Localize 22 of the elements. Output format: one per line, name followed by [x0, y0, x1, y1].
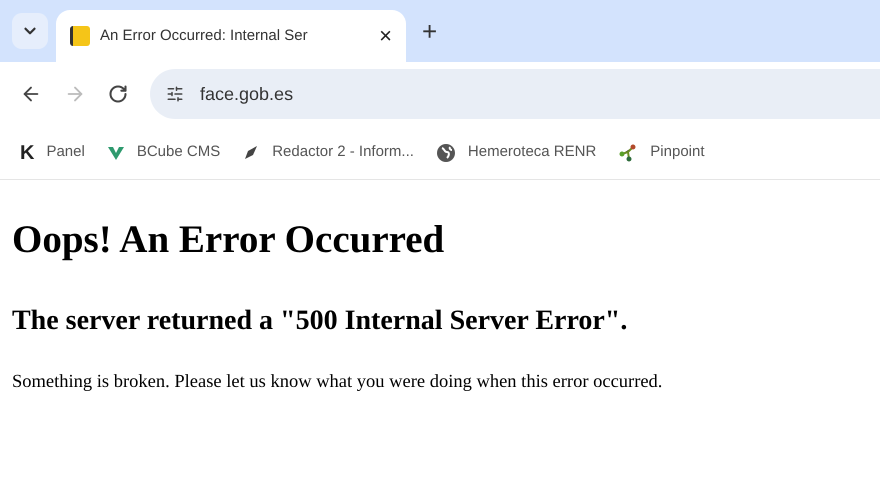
globe-icon	[436, 142, 456, 162]
bookmark-link[interactable]: Redactor 2 - Inform...	[272, 141, 414, 164]
k-letter-icon: K	[20, 142, 34, 162]
tab-list-button[interactable]	[12, 13, 48, 49]
tab-title: An Error Occurred: Internal Ser	[100, 26, 309, 46]
error-heading: Oops! An Error Occurred	[12, 220, 446, 259]
error-message: Something is broken. Please let us know what you were doing when this error occurred.	[12, 373, 664, 392]
url-text: face.gob.es	[200, 82, 294, 106]
favicon-icon	[70, 26, 90, 46]
close-button[interactable]: ×	[379, 25, 392, 47]
bookmark-link[interactable]: Panel	[46, 141, 85, 164]
nodes-icon	[618, 142, 638, 162]
error-subheading: The server returned a "500 Internal Server Error".	[12, 307, 628, 335]
site-settings-icon[interactable]	[166, 85, 184, 103]
bookmark-link[interactable]: Hemeroteca RENR	[468, 141, 596, 164]
new-tab-button[interactable]: +	[414, 18, 446, 44]
browser-tab[interactable]: An Error Occurred: Internal Ser ×	[56, 10, 406, 62]
address-bar[interactable]: face.gob.es	[150, 69, 880, 119]
reload-icon[interactable]	[108, 84, 128, 104]
chevron-logo-icon	[106, 144, 125, 160]
bookmark-link[interactable]: BCube CMS	[136, 141, 220, 164]
bookmark-link[interactable]: Pinpoint	[650, 141, 705, 164]
